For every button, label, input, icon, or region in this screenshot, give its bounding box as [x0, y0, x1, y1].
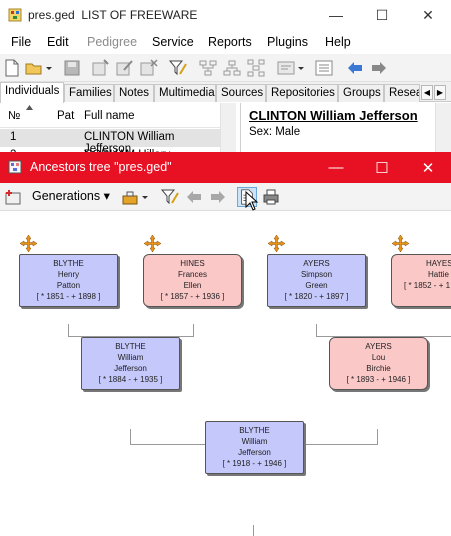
child-maximize-button[interactable]: ☐	[359, 152, 405, 183]
expand-cross-icon[interactable]	[144, 235, 161, 252]
tree-canvas[interactable]: BLYTHE Henry Patton[ * 1851 - + 1898 ] HIN…	[0, 211, 451, 536]
person-box-maternal-grandfather[interactable]: AYERS Simpson Green[ * 1820 - + 1897 ]	[267, 254, 366, 307]
menu-help[interactable]: Help	[325, 35, 351, 49]
list-scrollbar[interactable]	[220, 103, 236, 153]
menu-file[interactable]: File	[11, 35, 31, 49]
tree-toolbar: Generations ▾	[0, 183, 451, 211]
tab-multimedia[interactable]: Multimedia	[154, 84, 216, 102]
maximize-button[interactable]: ☐	[359, 0, 405, 30]
person-box-paternal-grandfather[interactable]: BLYTHE Henry Patton[ * 1851 - + 1898 ]	[19, 254, 118, 307]
list-icon[interactable]	[314, 58, 334, 78]
tree-both-icon[interactable]	[246, 58, 266, 78]
list-header: № Pat Full name	[0, 103, 220, 128]
column-number[interactable]: №	[8, 110, 20, 122]
list-item[interactable]: 1 CLINTON William Jefferson	[0, 129, 220, 155]
child-minimize-button[interactable]: —	[313, 152, 359, 183]
child-window-titlebar: Ancestors tree "pres.ged" — ☐ ✕	[0, 152, 451, 183]
tab-repositories[interactable]: Repositories	[266, 84, 338, 102]
chevron-down-icon[interactable]	[44, 58, 54, 78]
menu-plugins[interactable]: Plugins	[267, 35, 308, 49]
tree-connector	[253, 525, 254, 536]
new-file-icon[interactable]	[2, 58, 22, 78]
print-icon[interactable]	[261, 187, 281, 207]
tools-icon[interactable]	[120, 187, 140, 207]
individuals-list: № Pat Full name 1 CLINTON William Jeffer…	[0, 103, 237, 161]
window-titlebar: pres.ged LIST OF FREEWARE — ☐ ✕	[0, 0, 451, 30]
person-box-mother[interactable]: AYERS Lou Birchie[ * 1893 - + 1946 ]	[329, 337, 428, 390]
tab-sources[interactable]: Sources	[216, 84, 266, 102]
person-box-root[interactable]: BLYTHE William Jefferson[ * 1918 - + 1946 …	[205, 421, 304, 474]
person-box-father[interactable]: BLYTHE William Jefferson[ * 1884 - + 1935 …	[81, 337, 180, 390]
column-patriarch[interactable]: Pat	[57, 110, 74, 122]
arrow-left-icon[interactable]	[345, 58, 365, 78]
child-window-title: Ancestors tree "pres.ged"	[30, 160, 172, 174]
tab-notes[interactable]: Notes	[114, 84, 154, 102]
tab-groups[interactable]: Groups	[338, 84, 384, 102]
person-box-paternal-grandmother[interactable]: HINES Frances Ellen[ * 1857 - + 1936 ]	[143, 254, 242, 307]
tab-individuals[interactable]: Individuals	[0, 82, 64, 103]
expand-cross-icon[interactable]	[268, 235, 285, 252]
main-toolbar	[0, 54, 451, 82]
person-box-maternal-grandmother[interactable]: HAYES Hattie[ * 1852 - + 1	[391, 254, 451, 307]
record-tabs: Individuals Families Notes Multimedia So…	[0, 82, 451, 103]
chevron-down-icon[interactable]	[140, 187, 150, 207]
open-folder-icon[interactable]	[24, 58, 44, 78]
arrow-right-icon[interactable]	[208, 187, 228, 207]
chevron-down-icon: ▾	[103, 189, 110, 203]
filter-icon[interactable]	[168, 58, 188, 78]
tree-connector	[377, 429, 378, 445]
edit-record-icon[interactable]	[114, 58, 134, 78]
sort-arrow-icon	[26, 105, 33, 110]
menu-reports[interactable]: Reports	[208, 35, 252, 49]
expand-cross-icon[interactable]	[20, 235, 37, 252]
statistics-icon[interactable]	[276, 58, 296, 78]
row-number: 1	[10, 131, 17, 143]
delete-record-icon[interactable]	[138, 58, 158, 78]
detail-panel: CLINTON William Jefferson Sex: Male	[240, 103, 451, 153]
arrow-right-icon[interactable]	[369, 58, 389, 78]
tab-families[interactable]: Families	[64, 84, 114, 102]
column-full-name[interactable]: Full name	[84, 110, 135, 122]
tree-ancestors-icon[interactable]	[198, 58, 218, 78]
ancestors-tree-window: Ancestors tree "pres.ged" — ☐ ✕ Generati…	[0, 152, 451, 536]
tree-connector	[130, 429, 131, 445]
minimize-button[interactable]: —	[313, 0, 359, 30]
window-title: pres.ged LIST OF FREEWARE	[28, 8, 198, 22]
tree-settings-icon[interactable]	[3, 187, 23, 207]
mouse-cursor-icon	[245, 191, 259, 211]
child-close-button[interactable]: ✕	[405, 152, 451, 183]
save-icon[interactable]	[62, 58, 82, 78]
tab-research[interactable]: Resea	[384, 84, 420, 102]
filter-icon[interactable]	[160, 187, 180, 207]
arrow-left-icon[interactable]	[184, 187, 204, 207]
tree-window-icon	[8, 160, 22, 174]
chevron-down-icon[interactable]	[296, 58, 306, 78]
tab-scroll-left-button[interactable]: ◀	[421, 85, 433, 100]
detail-scrollbar[interactable]	[435, 103, 451, 153]
menu-service[interactable]: Service	[152, 35, 194, 49]
menu-edit[interactable]: Edit	[47, 35, 69, 49]
person-sex: Sex: Male	[249, 126, 301, 138]
tab-scroll-right-button[interactable]: ▶	[434, 85, 446, 100]
tree-descendants-icon[interactable]	[222, 58, 242, 78]
menu-bar: File Edit Pedigree Service Reports Plugi…	[0, 31, 451, 53]
person-name-link[interactable]: CLINTON William Jefferson	[249, 108, 418, 123]
expand-cross-icon[interactable]	[392, 235, 409, 252]
close-button[interactable]: ✕	[405, 0, 451, 30]
generations-dropdown[interactable]: Generations ▾	[32, 188, 110, 203]
add-record-icon[interactable]	[90, 58, 110, 78]
menu-pedigree[interactable]: Pedigree	[87, 35, 137, 49]
app-icon	[8, 8, 22, 22]
